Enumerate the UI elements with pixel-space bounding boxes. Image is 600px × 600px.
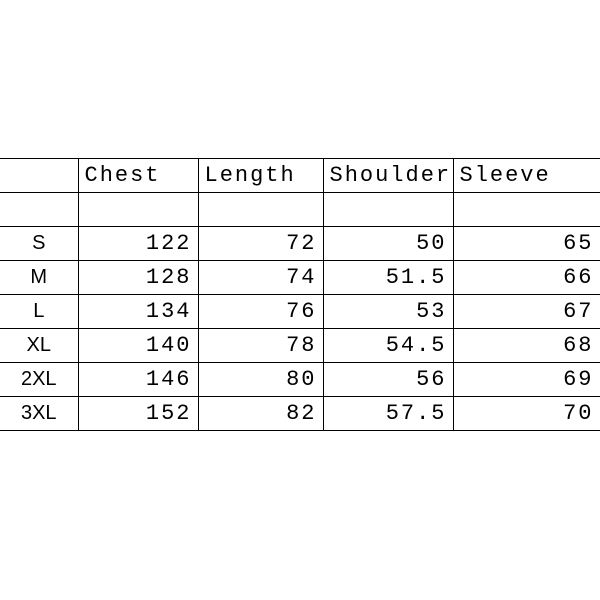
table-row: M 128 74 51.5 66 [0,261,600,295]
header-row: Chest Length Shoulder Sleeve [0,159,600,193]
cell-chest: 134 [78,295,198,329]
cell-length: 78 [198,329,323,363]
cell-sleeve: 68 [453,329,600,363]
header-length: Length [198,159,323,193]
cell-length: 74 [198,261,323,295]
size-label: 2XL [0,363,78,397]
cell-chest: 140 [78,329,198,363]
cell-length: 76 [198,295,323,329]
size-label: S [0,227,78,261]
size-label: L [0,295,78,329]
cell-length: 72 [198,227,323,261]
cell-chest: 146 [78,363,198,397]
table-row: L 134 76 53 67 [0,295,600,329]
table-row: XL 140 78 54.5 68 [0,329,600,363]
header-blank [0,159,78,193]
header-chest: Chest [78,159,198,193]
cell-length: 80 [198,363,323,397]
cell-shoulder: 56 [323,363,453,397]
cell-sleeve: 65 [453,227,600,261]
size-chart: Chest Length Shoulder Sleeve S 122 72 50… [0,158,600,431]
cell-chest: 122 [78,227,198,261]
table-row: S 122 72 50 65 [0,227,600,261]
cell-length: 82 [198,397,323,431]
table-row: 3XL 152 82 57.5 70 [0,397,600,431]
spacer-cell [198,193,323,227]
spacer-cell [0,193,78,227]
cell-sleeve: 67 [453,295,600,329]
size-label: M [0,261,78,295]
cell-sleeve: 70 [453,397,600,431]
spacer-cell [453,193,600,227]
header-shoulder: Shoulder [323,159,453,193]
cell-shoulder: 51.5 [323,261,453,295]
size-label: XL [0,329,78,363]
cell-shoulder: 53 [323,295,453,329]
cell-sleeve: 66 [453,261,600,295]
cell-chest: 152 [78,397,198,431]
spacer-row [0,193,600,227]
spacer-cell [323,193,453,227]
cell-shoulder: 57.5 [323,397,453,431]
spacer-cell [78,193,198,227]
table-row: 2XL 146 80 56 69 [0,363,600,397]
size-label: 3XL [0,397,78,431]
cell-shoulder: 50 [323,227,453,261]
cell-chest: 128 [78,261,198,295]
size-table: Chest Length Shoulder Sleeve S 122 72 50… [0,158,600,431]
cell-sleeve: 69 [453,363,600,397]
cell-shoulder: 54.5 [323,329,453,363]
header-sleeve: Sleeve [453,159,600,193]
